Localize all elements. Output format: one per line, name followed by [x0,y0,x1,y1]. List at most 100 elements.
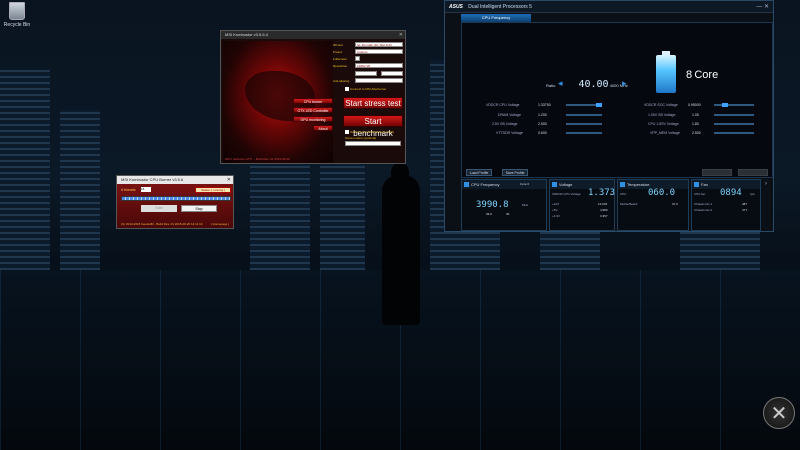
start-button[interactable]: Start [141,205,177,212]
gtx-led-button[interactable]: GTX LED Controller [293,107,333,113]
rail-value: 12.033 [598,202,608,206]
chassis-fan-label: Chassis fan 2 [694,208,713,212]
voltage-value: 1.200 [538,113,547,117]
apply-button[interactable] [702,169,732,176]
x-logo-icon: ✕ [763,397,795,429]
ratio-display: Ratio 40.00 4000 MHz [546,79,628,90]
voltage-main-label: VDDCR CPU Voltage [552,192,581,196]
voltage-label: VDDCR SOC Voltage [644,103,678,107]
voltage-value: 2.500 [692,131,701,135]
cpu-burner-button[interactable]: CPU burner [293,98,333,104]
slider-knob[interactable] [596,103,602,107]
module-fan: Fan CPU fan 0894 rpm Chassis fan 1 487 C… [691,179,761,231]
voltage-slider[interactable] [566,114,602,116]
voltage-slider[interactable] [714,104,754,106]
voltage-value: 1.80 [692,122,699,126]
asus-title: Dual Intelligent Processors 5 [468,4,532,10]
undo-button[interactable] [738,169,768,176]
module-temperature: Temperature CPU 060.0 MotherBoard 37.0 [617,179,689,231]
fullscreen-checkbox[interactable] [355,56,360,61]
fan-icon [694,182,699,187]
voltage-slider[interactable] [714,123,754,125]
cpu-freq-unit: MHz [522,203,529,207]
city-building [60,110,100,270]
cpu-temp-label: CPU [620,192,627,196]
voltage-slider[interactable] [714,114,754,116]
voltage-value: 1.33750 [538,103,551,107]
desktop-wallpaper: Recycle Bin ✕ MSI Kombustor v3.5.6.4 ✕ 3… [0,0,800,450]
scroll-right-icon[interactable]: › [765,181,767,187]
voltage-label: DRAM Voltage [498,113,521,117]
module-cpu-frequency: CPU Frequency Core 0 3990.8 MHz 39.9 40 [461,179,547,231]
rail-label: +3.3V [552,214,560,218]
width-input[interactable] [355,71,377,76]
voltage-slider[interactable] [714,132,754,134]
field-label: Resolution [333,64,348,68]
kombustor-status: GPU: GeForce GTX ... Build Rev. 01 2015-… [225,157,290,161]
rail-label: +5V [552,208,558,212]
test-select[interactable]: GL Furmark (1K-Test 4x0) [355,42,403,47]
close-icon[interactable]: ✕ [227,177,231,183]
rail-value: 4.980 [600,208,608,212]
cpu-freq-sub: 39.9 [486,212,492,216]
man-silhouette [382,175,420,325]
core-count-value: 8 [686,69,693,81]
module-title: CPU Frequency [471,182,500,187]
rail-label: +12V [552,202,560,206]
voltage-value: 2.500 [538,122,547,126]
save-profile-button[interactable]: Save Profile [502,169,528,176]
submit-score-checkbox[interactable]: Submit score (Performance only) [345,130,394,135]
voltage-label: VTTDDR Voltage [496,131,523,135]
voltage-unit: V [610,192,613,196]
threads-input[interactable]: 16 [141,187,151,192]
cpu-freq-value: 3990.8 [476,200,509,210]
close-icon[interactable]: ✕ [399,32,403,38]
burner-title: MSI Kombustor CPU Burner v3.5.6 [117,176,233,184]
height-input[interactable] [381,71,403,76]
recycle-bin-label: Recycle Bin [3,22,31,28]
slider-knob[interactable] [722,103,728,107]
tab-cpu-frequency[interactable]: CPU Frequency [461,14,531,22]
voltage-label: CPU 1.8SV Voltage [648,122,679,126]
afterburner-checkbox[interactable]: Connect to MSI Afterburner [345,87,387,92]
core-battery-icon [656,55,676,93]
start-stress-test-button[interactable]: Start stress test [343,97,403,109]
burner-progress-bar [121,196,231,201]
kombustor-title: MSI Kombustor v3.5.6.4 [221,31,405,39]
window-controls[interactable]: — ✕ [756,3,769,10]
field-label: 3D test: [333,43,344,47]
core-select[interactable]: Core 0 [520,180,529,189]
cpu-fan-value: 0894 [720,188,742,198]
asus-dip5-window: ASUS Dual Intelligent Processors 5 — ✕ C… [444,0,774,232]
cpu-fan-label: CPU fan [694,192,706,196]
field-label: Fullscreen [333,57,347,61]
cpu-icon [464,182,469,187]
cpu-burner-window: MSI Kombustor CPU Burner v3.5.6 ✕ # thre… [116,175,234,229]
ratio-increase-icon[interactable]: ▸ [622,78,627,89]
voltage-slider[interactable] [566,132,602,134]
module-title: Temperature [627,182,650,187]
mb-temp-value: 37.0 [672,202,678,206]
resolution-select[interactable]: 1280x720 [355,63,403,68]
voltage-slider[interactable] [566,123,602,125]
recycle-bin-icon [9,2,25,20]
afterburner-label: Connect to MSI Afterburner [350,87,387,91]
load-profile-button[interactable]: Load Profile [466,169,492,176]
homepage-link[interactable]: [ Homepage ] [211,222,229,226]
voltage-icon [552,182,557,187]
screen-name-input[interactable] [345,141,401,146]
preset-select[interactable]: Custom [355,49,403,54]
voltage-label: 1.05V SB Voltage [648,113,676,117]
chassis-fan-label: Chassis fan 1 [694,202,713,206]
voltage-value: 1.05 [692,113,699,117]
fan-unit: rpm [750,192,756,196]
gpu-monitoring-button[interactable]: GPU monitoring [293,116,333,122]
stop-button[interactable]: Stop [181,205,217,212]
antialiasing-select[interactable] [355,78,403,83]
start-benchmark-button[interactable]: Start benchmark [343,115,403,138]
recycle-bin[interactable]: Recycle Bin [2,2,32,28]
module-voltage: Voltage VDDCR CPU Voltage 1.373 V +12V 1… [549,179,615,231]
about-button[interactable]: About [313,125,333,131]
screen-name-label: Screen name (optional) [345,136,377,140]
core-label: Core [694,69,719,81]
